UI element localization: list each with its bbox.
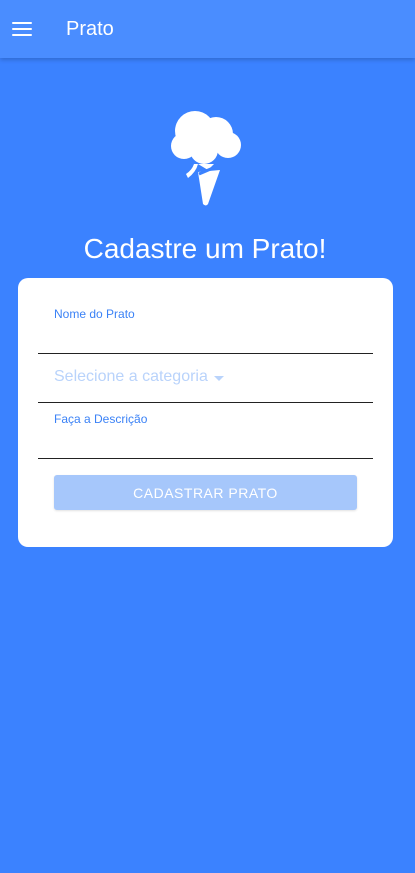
app-bar: Prato (0, 0, 415, 58)
name-input[interactable] (38, 328, 373, 354)
page-headline: Cadastre um Prato! (83, 233, 327, 264)
app-title: Prato (66, 18, 114, 40)
category-placeholder: Selecione a categoria (54, 368, 208, 385)
menu-icon[interactable] (12, 22, 32, 38)
description-label: Faça a Descrição (54, 412, 148, 426)
category-select[interactable]: Selecione a categoria (38, 358, 373, 403)
form-card: Nome do Prato Selecione a categoria Faça… (18, 278, 393, 547)
caret-down-icon (214, 376, 224, 381)
ice-cream-icon (171, 111, 241, 206)
description-input[interactable] (38, 433, 373, 459)
name-label: Nome do Prato (54, 307, 135, 321)
submit-button[interactable]: CADASTRAR PRATO (54, 475, 357, 510)
